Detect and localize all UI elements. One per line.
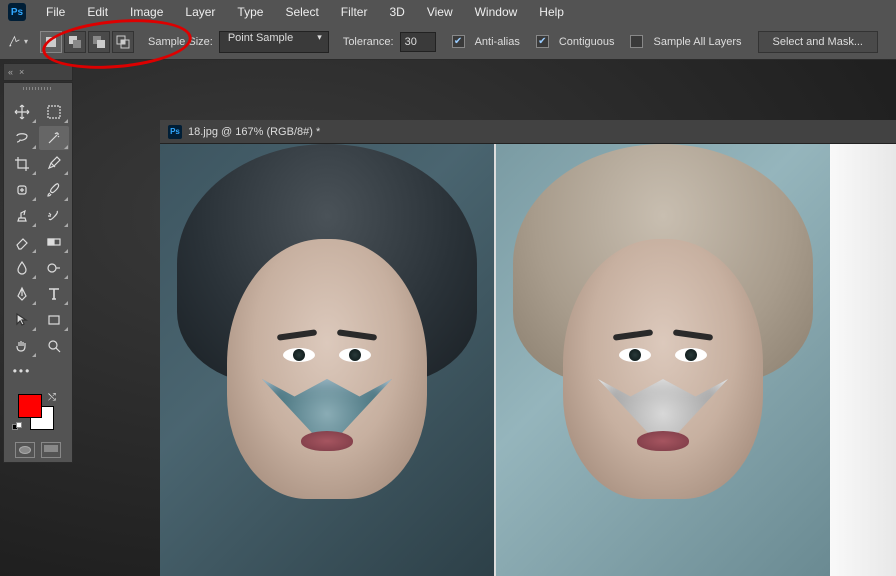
menu-select[interactable]: Select <box>275 1 328 23</box>
app-logo-icon: Ps <box>8 3 26 21</box>
quick-mask-mode-button[interactable] <box>15 442 35 458</box>
add-to-selection-button[interactable] <box>64 31 86 53</box>
rectangle-shape-tool[interactable] <box>39 308 69 332</box>
hand-tool[interactable] <box>7 334 37 358</box>
color-swatches: ⤭ <box>6 392 70 438</box>
toolbox-panel: ••• ⤭ <box>3 82 73 463</box>
document-tab[interactable]: Ps 18.jpg @ 167% (RGB/8#) * <box>160 120 896 144</box>
current-tool-indicator[interactable] <box>8 32 28 52</box>
menu-window[interactable]: Window <box>465 1 528 23</box>
path-selection-tool[interactable] <box>7 308 37 332</box>
subtract-from-selection-button[interactable] <box>88 31 110 53</box>
type-tool[interactable] <box>39 282 69 306</box>
tolerance-input[interactable] <box>400 32 436 52</box>
panel-collapse-icon[interactable]: « <box>8 67 13 77</box>
menu-type[interactable]: Type <box>227 1 273 23</box>
blur-tool[interactable] <box>7 256 37 280</box>
options-bar: Sample Size: Point Sample Tolerance: Ant… <box>0 24 896 60</box>
spot-heal-tool[interactable] <box>7 178 37 202</box>
document-canvas[interactable] <box>160 144 830 576</box>
tolerance-label: Tolerance: <box>343 36 394 48</box>
screen-mode-button[interactable] <box>41 442 61 458</box>
intersect-selection-button[interactable] <box>112 31 134 53</box>
sample-all-layers-checkbox[interactable] <box>630 35 643 48</box>
menu-layer[interactable]: Layer <box>175 1 225 23</box>
canvas-pasteboard <box>830 144 896 576</box>
menu-3d[interactable]: 3D <box>379 1 414 23</box>
swap-colors-icon[interactable]: ⤭ <box>48 392 56 403</box>
sample-size-select[interactable]: Point Sample <box>219 31 329 53</box>
anti-alias-label: Anti-alias <box>475 36 520 48</box>
toolbox-grip[interactable] <box>6 87 70 97</box>
selection-mode-group <box>40 31 134 53</box>
edit-toolbar-button[interactable]: ••• <box>7 360 37 382</box>
menu-view[interactable]: View <box>417 1 463 23</box>
dodge-tool[interactable] <box>39 256 69 280</box>
menu-edit[interactable]: Edit <box>77 1 118 23</box>
brush-tool[interactable] <box>39 178 69 202</box>
file-type-icon: Ps <box>168 125 182 139</box>
anti-alias-checkbox[interactable] <box>452 35 465 48</box>
sample-size-label: Sample Size: <box>148 36 213 48</box>
menu-file[interactable]: File <box>36 1 75 23</box>
crop-tool[interactable] <box>7 152 37 176</box>
sample-all-layers-label: Sample All Layers <box>653 36 741 48</box>
select-and-mask-button[interactable]: Select and Mask... <box>758 31 879 53</box>
panel-collapse-strip: « × <box>3 63 73 81</box>
document-area: Ps 18.jpg @ 167% (RGB/8#) * <box>160 120 896 576</box>
panel-close-icon[interactable]: × <box>19 67 24 77</box>
eraser-tool[interactable] <box>7 230 37 254</box>
document-title: 18.jpg @ 167% (RGB/8#) * <box>188 126 320 138</box>
lasso-tool[interactable] <box>7 126 37 150</box>
gradient-tool[interactable] <box>39 230 69 254</box>
menu-help[interactable]: Help <box>529 1 574 23</box>
default-colors-icon[interactable] <box>12 422 22 432</box>
canvas-image-left <box>160 144 494 576</box>
contiguous-checkbox[interactable] <box>536 35 549 48</box>
rectangular-marquee-tool[interactable] <box>39 100 69 124</box>
move-tool[interactable] <box>7 100 37 124</box>
menu-filter[interactable]: Filter <box>331 1 378 23</box>
eyedropper-tool[interactable] <box>39 152 69 176</box>
canvas-image-right <box>494 144 830 576</box>
foreground-color-swatch[interactable] <box>18 394 42 418</box>
contiguous-label: Contiguous <box>559 36 615 48</box>
menu-bar: Ps File Edit Image Layer Type Select Fil… <box>0 0 896 24</box>
zoom-tool[interactable] <box>39 334 69 358</box>
menu-image[interactable]: Image <box>120 1 173 23</box>
clone-stamp-tool[interactable] <box>7 204 37 228</box>
new-selection-button[interactable] <box>40 31 62 53</box>
pen-tool[interactable] <box>7 282 37 306</box>
magic-wand-tool[interactable] <box>39 126 69 150</box>
history-brush-tool[interactable] <box>39 204 69 228</box>
